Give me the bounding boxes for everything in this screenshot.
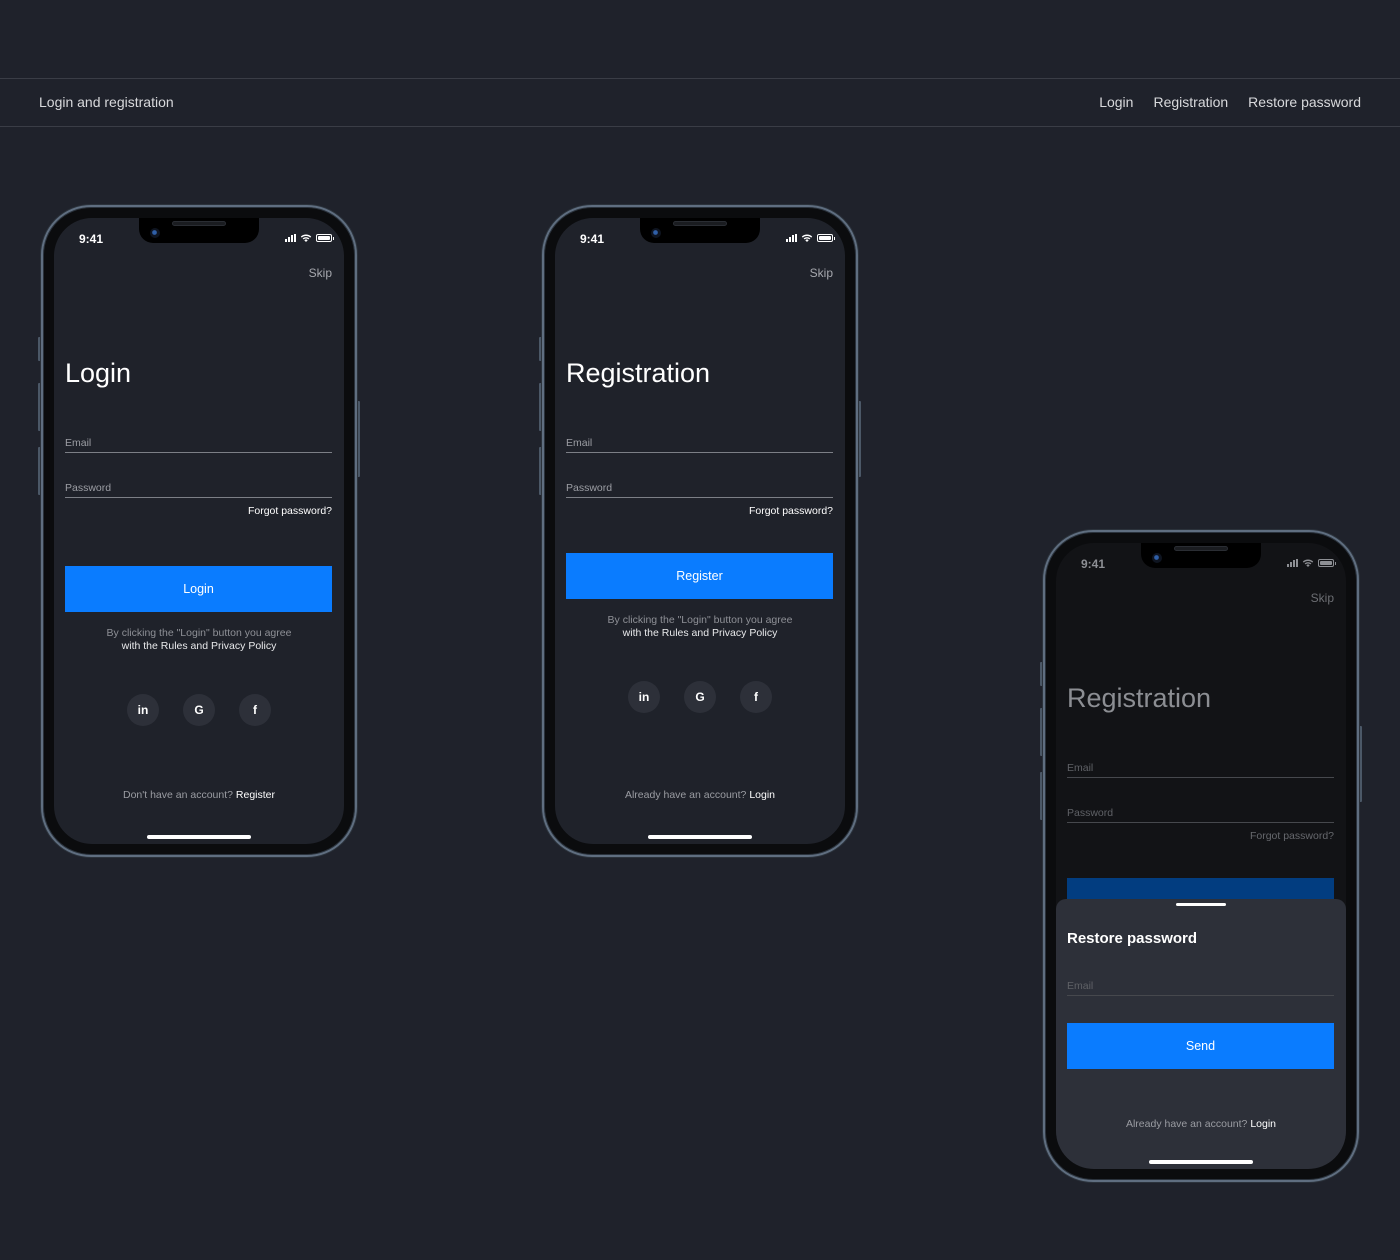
email-label: Email (1067, 980, 1094, 992)
top-nav: Login Registration Restore password (1099, 94, 1361, 110)
wifi-icon (1302, 559, 1314, 567)
facebook-icon[interactable]: f (740, 681, 772, 713)
linkedin-icon[interactable]: in (127, 694, 159, 726)
terms-text: By clicking the "Login" button you agree… (54, 627, 344, 653)
battery-icon (316, 233, 334, 242)
terms-text: By clicking the "Login" button you agree… (555, 614, 845, 640)
background-forgot-link: Forgot password? (1249, 830, 1334, 842)
speaker (172, 221, 226, 226)
camera-icon (651, 228, 661, 238)
bottom-prompt-text: Already have an account? (624, 789, 747, 801)
side-button (858, 401, 861, 477)
bottom-prompt: Already have an account? Login (1056, 1118, 1346, 1130)
sheet-title: Restore password (1067, 930, 1198, 947)
background-email-field: Email (1067, 762, 1334, 778)
camera-icon (150, 228, 160, 238)
phone-login: 9:41 Skip Login Email Password Forgot pa… (38, 205, 360, 857)
background-password-field: Password (1067, 807, 1334, 823)
google-icon[interactable]: G (183, 694, 215, 726)
restore-email-field[interactable]: Email (1067, 980, 1334, 996)
battery-icon (1318, 558, 1336, 567)
status-time: 9:41 (1081, 557, 1106, 571)
password-field[interactable]: Password (65, 482, 332, 498)
phone-restore-password: 9:41 Skip Registration Email Password Fo… (1040, 530, 1362, 1182)
side-button (357, 401, 360, 477)
background-screen-title: Registration (1067, 683, 1212, 713)
login-link[interactable]: Login (1250, 1118, 1276, 1130)
email-label: Email (65, 437, 92, 449)
wifi-icon (300, 234, 312, 242)
forgot-password-link[interactable]: Forgot password? (248, 505, 332, 517)
registration-screen: 9:41 Skip Registration Email Password Fo… (555, 218, 845, 844)
login-button[interactable]: Login (65, 566, 332, 612)
google-icon[interactable]: G (684, 681, 716, 713)
register-button[interactable]: Register (566, 553, 833, 599)
login-screen: 9:41 Skip Login Email Password Forgot pa… (54, 218, 344, 844)
password-label: Password (1067, 807, 1114, 819)
skip-button[interactable]: Skip (309, 266, 332, 280)
page-title: Login and registration (39, 94, 174, 110)
status-time: 9:41 (580, 232, 605, 246)
nav-registration[interactable]: Registration (1153, 94, 1228, 110)
login-link[interactable]: Login (749, 789, 775, 801)
bottom-prompt: Don't have an account? Register (54, 789, 344, 801)
terms-link[interactable]: with the Rules and Privacy Policy (555, 627, 845, 640)
signal-icon (786, 233, 797, 242)
speaker (673, 221, 727, 226)
email-label: Email (566, 437, 593, 449)
signal-icon (285, 233, 296, 242)
wifi-icon (801, 234, 813, 242)
social-login-row: in G f (555, 681, 845, 713)
bottom-prompt-text: Already have an account? (1125, 1118, 1248, 1130)
email-field[interactable]: Email (65, 437, 332, 453)
speaker (1174, 546, 1228, 551)
email-label: Email (1067, 762, 1094, 774)
password-label: Password (65, 482, 112, 494)
facebook-icon[interactable]: f (239, 694, 271, 726)
battery-icon (817, 233, 835, 242)
home-indicator (147, 835, 251, 839)
linkedin-icon[interactable]: in (628, 681, 660, 713)
camera-icon (1152, 553, 1162, 563)
restore-password-sheet: Restore password Email Send Already have… (1056, 899, 1346, 1169)
skip-button[interactable]: Skip (810, 266, 833, 280)
register-link[interactable]: Register (236, 789, 275, 801)
terms-link[interactable]: with the Rules and Privacy Policy (54, 640, 344, 653)
restore-password-screen: 9:41 Skip Registration Email Password Fo… (1056, 543, 1346, 1169)
home-indicator (1149, 1160, 1253, 1164)
phone-registration: 9:41 Skip Registration Email Password Fo… (539, 205, 861, 857)
bottom-prompt: Already have an account? Login (555, 789, 845, 801)
top-bar: Login and registration Login Registratio… (0, 78, 1400, 127)
skip-button: Skip (1310, 591, 1334, 605)
password-field[interactable]: Password (566, 482, 833, 498)
terms-line-1: By clicking the "Login" button you agree (607, 614, 793, 626)
social-login-row: in G f (54, 694, 344, 726)
screen-title: Registration (566, 358, 711, 388)
side-button (1359, 726, 1362, 802)
home-indicator (648, 835, 752, 839)
screen-title: Login (65, 358, 132, 388)
signal-icon (1287, 558, 1298, 567)
status-time: 9:41 (79, 232, 104, 246)
sheet-grabber[interactable] (1176, 903, 1226, 906)
nav-restore-password[interactable]: Restore password (1248, 94, 1361, 110)
password-label: Password (566, 482, 613, 494)
nav-login[interactable]: Login (1099, 94, 1133, 110)
send-button[interactable]: Send (1067, 1023, 1334, 1069)
bottom-prompt-text: Don't have an account? (122, 789, 233, 801)
terms-line-1: By clicking the "Login" button you agree (106, 627, 292, 639)
forgot-password-link[interactable]: Forgot password? (749, 505, 833, 517)
email-field[interactable]: Email (566, 437, 833, 453)
